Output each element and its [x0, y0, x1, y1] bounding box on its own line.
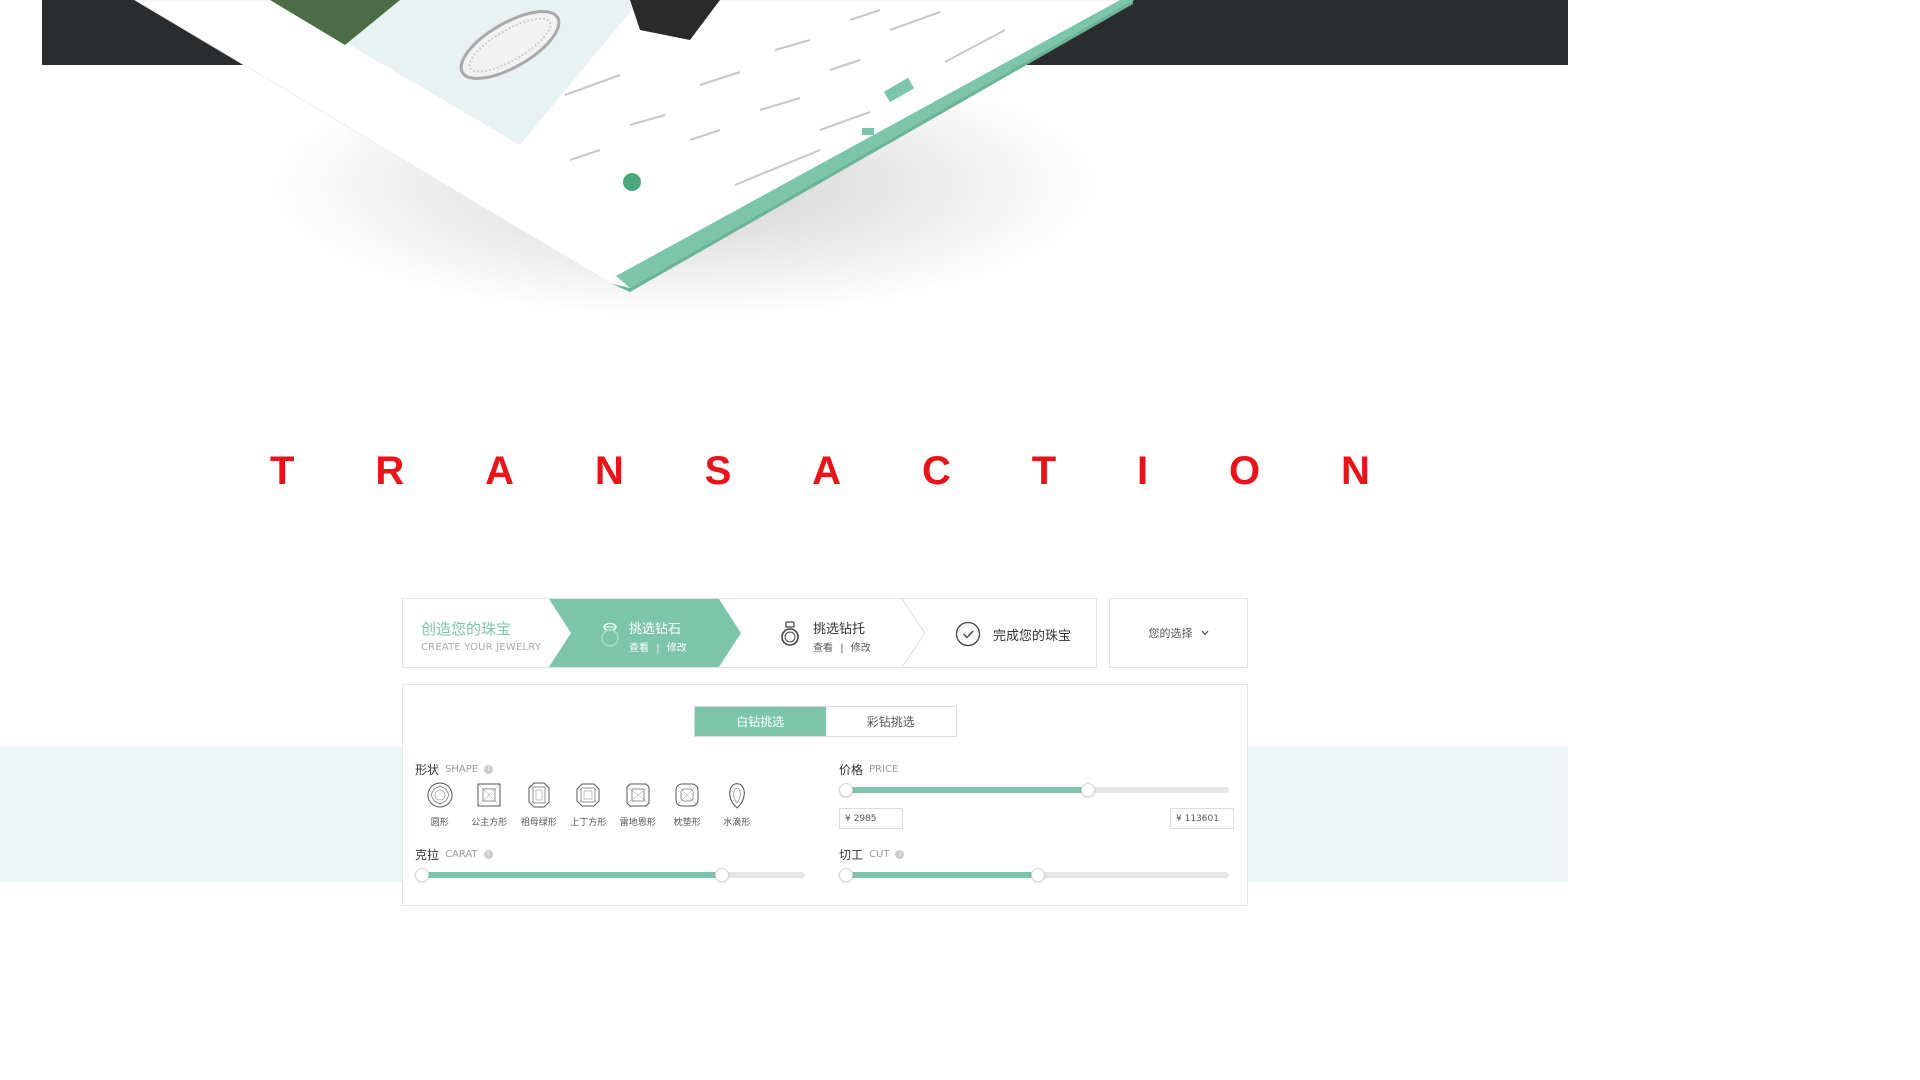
carat-slider[interactable] [415, 868, 805, 882]
princess-shape-icon [477, 783, 501, 807]
shape-label: 祖母绿形 [520, 818, 557, 828]
shape-label: 公主方形 [471, 818, 508, 828]
title-letter: N [594, 448, 624, 493]
title-letter: A [485, 448, 514, 493]
title-letter: T [270, 448, 295, 493]
shape-radiant[interactable]: 雷地恩形 [613, 781, 663, 828]
shape-pear[interactable]: 水滴形 [712, 781, 762, 828]
shape-asscher[interactable]: 上丁方形 [564, 781, 614, 828]
carat-filter-label: 克拉 CARAT i [415, 846, 493, 863]
tab-white-diamond[interactable]: 白钻挑选 [695, 707, 826, 736]
carat-label-en: CARAT [445, 849, 478, 860]
step2-view-link[interactable]: 查看 [813, 643, 833, 654]
shape-label: 圆形 [430, 818, 449, 828]
info-icon[interactable]: i [895, 850, 905, 859]
shape-label: 枕垫形 [673, 818, 701, 828]
tab-colored-diamond[interactable]: 彩钻挑选 [826, 707, 957, 736]
carat-slider-max-handle[interactable] [714, 868, 729, 882]
shape-princess[interactable]: 公主方形 [465, 781, 515, 828]
cushion-shape-icon [675, 783, 699, 807]
title-letter: A [812, 448, 842, 493]
cut-slider-min-handle[interactable] [839, 868, 853, 882]
title-letter: S [704, 448, 732, 493]
title-letter: R [375, 448, 405, 493]
shape-filter-label: 形状 SHAPE i [415, 761, 494, 778]
step-select-diamond[interactable]: 挑选钻石 查看 | 修改 [629, 618, 687, 654]
website-mockup [0, 0, 1568, 330]
cut-slider-max-handle[interactable] [1031, 868, 1045, 882]
diamond-ring-icon [601, 622, 619, 647]
title-letter: C [921, 448, 951, 493]
price-max-input[interactable]: ¥ 113601 [1170, 808, 1234, 829]
your-choice-dropdown[interactable]: 您的选择 [1109, 598, 1248, 668]
price-filter-label: 价格 PRICE [839, 761, 898, 778]
shape-label: 水滴形 [723, 818, 751, 828]
steps-bar: 创造您的珠宝 CREATE YOUR JEWELRY 挑选钻石 查看 | 修改 … [402, 598, 1097, 668]
step-select-setting-title: 挑选钻托 [813, 622, 866, 637]
step1-view-link[interactable]: 查看 [629, 643, 649, 654]
create-jewelry-heading: 创造您的珠宝 CREATE YOUR JEWELRY [421, 618, 541, 653]
mockup-illustration [134, 0, 1135, 292]
asscher-shape-icon [576, 783, 600, 807]
shape-label: 上丁方形 [570, 818, 607, 828]
shape-cushion[interactable]: 枕垫形 [663, 781, 713, 828]
price-slider-min-handle[interactable] [839, 783, 853, 797]
info-icon[interactable]: i [484, 765, 494, 774]
step2-edit-link[interactable]: 修改 [851, 643, 871, 654]
price-slider-max-handle[interactable] [1080, 783, 1095, 797]
diamond-type-tabs: 白钻挑选 彩钻挑选 [694, 706, 957, 737]
shape-options: 圆形 公主方形 祖母绿形 上丁方形 雷地恩形 枕垫形 水滴形 [415, 781, 762, 828]
price-min-input[interactable]: ¥ 2985 [839, 808, 903, 829]
section-title: T R A N S A C T I O N [270, 446, 1370, 496]
cut-slider-fill [845, 872, 1037, 878]
price-slider[interactable] [839, 783, 1229, 797]
step-select-diamond-title: 挑选钻石 [629, 622, 682, 637]
title-letter: O [1229, 448, 1261, 493]
cut-label-zh: 切工 [839, 848, 864, 862]
emerald-shape-icon [528, 782, 550, 808]
shape-label-en: SHAPE [445, 764, 479, 775]
chevron-down-icon [1201, 630, 1208, 636]
pear-shape-icon [728, 783, 745, 809]
shape-emerald[interactable]: 祖母绿形 [514, 781, 564, 828]
step-divider [901, 599, 926, 667]
carat-slider-fill [421, 872, 721, 878]
ring-setting-icon [781, 621, 799, 646]
shape-label-zh: 形状 [415, 763, 440, 777]
title-letter: T [1031, 448, 1057, 493]
price-label-zh: 价格 [839, 763, 864, 777]
title-letter: N [1341, 448, 1370, 493]
cut-slider[interactable] [839, 868, 1229, 882]
price-label-en: PRICE [869, 764, 899, 775]
your-choice-label: 您的选择 [1148, 627, 1193, 640]
title-letter: I [1137, 448, 1149, 493]
step-select-setting[interactable]: 挑选钻托 查看 | 修改 [813, 618, 871, 654]
create-jewelry-subtitle: CREATE YOUR JEWELRY [421, 642, 542, 653]
step-complete-jewelry[interactable]: 完成您的珠宝 [993, 625, 1071, 644]
step1-edit-link[interactable]: 修改 [667, 643, 687, 654]
cut-label-en: CUT [869, 849, 890, 860]
create-jewelry-title: 创造您的珠宝 [421, 620, 512, 638]
price-slider-fill [845, 787, 1087, 793]
cut-filter-label: 切工 CUT i [839, 846, 905, 863]
filter-panel: 白钻挑选 彩钻挑选 形状 SHAPE i 圆形 公主方形 祖母绿形 上丁方形 雷… [402, 684, 1248, 906]
carat-label-zh: 克拉 [415, 848, 440, 862]
radiant-shape-icon [626, 783, 650, 807]
info-icon[interactable]: i [483, 850, 493, 859]
shape-label: 雷地恩形 [619, 818, 656, 828]
shape-round[interactable]: 圆形 [415, 781, 465, 828]
step1-separator: | [656, 643, 660, 654]
carat-slider-min-handle[interactable] [415, 868, 429, 882]
step2-separator: | [840, 643, 844, 654]
round-shape-icon [427, 782, 453, 808]
check-circle-icon [955, 621, 981, 647]
